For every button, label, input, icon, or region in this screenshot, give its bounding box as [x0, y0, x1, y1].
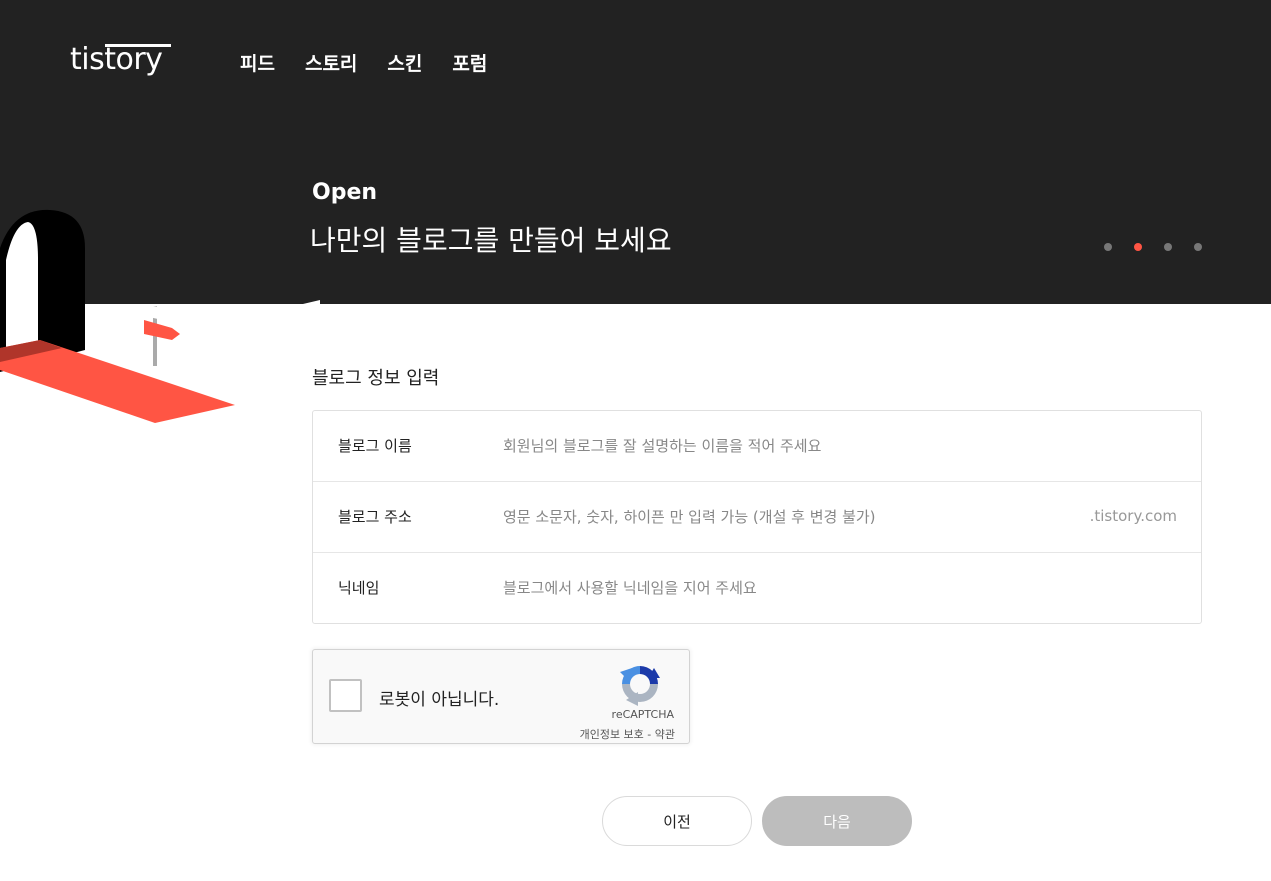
prev-button[interactable]: 이전	[602, 796, 752, 846]
next-button[interactable]: 다음	[762, 796, 912, 846]
carousel-dot-1[interactable]	[1104, 243, 1112, 251]
nickname-input[interactable]	[503, 567, 1063, 609]
form-row-blog-name: 블로그 이름	[313, 411, 1201, 482]
recaptcha-label: 로봇이 아닙니다.	[379, 690, 500, 710]
recaptcha-logo-icon	[620, 666, 660, 706]
form-section-title: 블로그 정보 입력	[312, 368, 440, 389]
carousel-dot-4[interactable]	[1194, 243, 1202, 251]
blog-name-input[interactable]	[503, 425, 1063, 467]
blog-info-form: 블로그 이름 블로그 주소 .tistory.com 닉네임	[312, 410, 1202, 624]
carousel-dot-2-active[interactable]	[1134, 243, 1142, 251]
hero-title: 나만의 블로그를 만들어 보세요	[310, 224, 672, 257]
logo-text: tistory	[70, 42, 163, 77]
nav-item-skin[interactable]: 스킨	[387, 49, 422, 76]
form-row-blog-address: 블로그 주소 .tistory.com	[313, 482, 1201, 553]
nav-item-feed[interactable]: 피드	[240, 49, 275, 76]
nav-item-story[interactable]: 스토리	[305, 49, 357, 76]
recaptcha-privacy-terms-links[interactable]: 개인정보 보호 - 약관	[580, 726, 675, 742]
recaptcha-widget: 로봇이 아닙니다. reCAPTCHA 개인정보 보호 - 약관	[312, 649, 690, 744]
blog-address-label: 블로그 주소	[338, 508, 412, 526]
main-nav: 피드 스토리 스킨 포럼	[240, 49, 487, 76]
form-row-nickname: 닉네임	[313, 553, 1201, 623]
hero-kicker: Open	[312, 180, 378, 205]
nickname-label: 닉네임	[338, 579, 380, 597]
recaptcha-checkbox[interactable]	[329, 679, 362, 712]
blog-address-input[interactable]	[503, 496, 1063, 538]
blog-name-label: 블로그 이름	[338, 437, 412, 455]
nav-item-forum[interactable]: 포럼	[452, 49, 487, 76]
door-signpost-illustration	[0, 209, 320, 440]
recaptcha-brand: reCAPTCHA	[611, 708, 674, 721]
carousel-indicator	[1104, 243, 1202, 251]
blog-address-domain-suffix: .tistory.com	[1089, 507, 1177, 525]
carousel-dot-3[interactable]	[1164, 243, 1172, 251]
